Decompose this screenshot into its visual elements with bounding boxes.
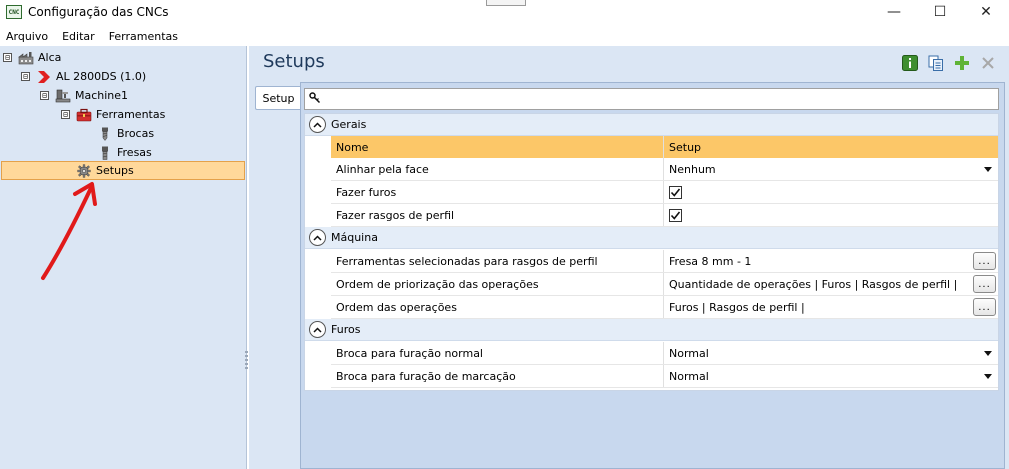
tree-node-machine1[interactable]: ⊟ Machine1	[40, 86, 128, 105]
collapse-toggle[interactable]: ⊟	[21, 72, 30, 81]
ellipsis-button[interactable]: ...	[973, 298, 996, 316]
property-row[interactable]: Ordem das operações Furos | Rasgos de pe…	[331, 296, 998, 319]
property-name: Fazer rasgos de perfil	[331, 204, 664, 226]
column-header-setup[interactable]: Setup	[664, 136, 998, 158]
checkmark-icon	[670, 211, 681, 220]
tree-node-label: Fresas	[117, 146, 152, 159]
property-value	[664, 204, 998, 226]
fazer-furos-checkbox[interactable]	[669, 185, 682, 199]
group-label: Furos	[331, 323, 361, 336]
annotation-arrow-icon	[41, 182, 97, 280]
window-controls: — ☐ ✕	[871, 0, 1009, 24]
tree-node-label: Machine1	[75, 89, 129, 102]
delete-icon[interactable]	[979, 54, 997, 72]
setups-pane: Setups Setup Gerais Nome Setup Alinhar p…	[249, 46, 1009, 469]
dropdown-arrow-icon[interactable]	[984, 374, 992, 379]
menu-ferramentas[interactable]: Ferramentas	[102, 30, 185, 43]
grid-header: Nome Setup	[331, 136, 998, 158]
group-label: Gerais	[331, 118, 367, 131]
copy-icon[interactable]	[927, 54, 945, 72]
key-icon	[309, 91, 321, 107]
dropdown-arrow-icon[interactable]	[984, 351, 992, 356]
tree-node-brocas[interactable]: Brocas	[97, 124, 154, 143]
property-row[interactable]: Ferramentas selecionadas para rasgos de …	[331, 250, 998, 273]
pane-toolbar	[901, 54, 997, 72]
info-icon[interactable]	[901, 54, 919, 72]
tree-node-label: Alca	[38, 51, 62, 64]
broca-normal-dropdown[interactable]: Normal	[664, 342, 998, 364]
group-maquina[interactable]: Máquina	[305, 227, 998, 249]
window-title: Configuração das CNCs	[28, 5, 169, 19]
group-label: Máquina	[331, 231, 378, 244]
tree-node-alca[interactable]: ⊟ Alca	[3, 48, 61, 67]
ellipsis-button[interactable]: ...	[973, 252, 996, 270]
menu-editar[interactable]: Editar	[55, 30, 102, 43]
property-grid: Gerais Nome Setup Alinhar pela face Nenh…	[304, 113, 999, 391]
collapse-toggle[interactable]: ⊟	[40, 91, 49, 100]
tree-node-ferramentas[interactable]: ⊟ Ferramentas	[61, 105, 165, 124]
property-search-input[interactable]	[304, 88, 999, 110]
toolbox-icon	[76, 108, 92, 122]
property-name: Ferramentas selecionadas para rasgos de …	[331, 250, 664, 272]
tree-node-label: Brocas	[117, 127, 155, 140]
tab-strip: Setup	[255, 82, 301, 467]
factory-icon	[18, 51, 34, 65]
column-header-nome[interactable]: Nome	[331, 136, 664, 158]
chevron-red-icon	[36, 70, 52, 84]
mill-bit-icon	[97, 146, 113, 160]
title-bar: CNC Configuração das CNCs — ☐ ✕	[0, 0, 1009, 24]
property-row[interactable]: Broca para furação normal Normal	[331, 342, 998, 365]
group-gerais[interactable]: Gerais	[305, 114, 998, 136]
tree-node-fresas[interactable]: Fresas	[97, 143, 152, 162]
cnc-tree: ⊟ Alca ⊟ AL 2800DS (1.0) ⊟ Machine1 ⊟ Fe…	[0, 46, 248, 469]
ellipsis-button[interactable]: ...	[973, 275, 996, 293]
menu-arquivo[interactable]: Arquivo	[0, 30, 55, 43]
chevron-up-icon[interactable]	[309, 116, 326, 133]
chevron-up-icon[interactable]	[309, 321, 326, 338]
property-name: Ordem de priorização das operações	[331, 273, 664, 295]
tab-setup[interactable]: Setup	[255, 86, 301, 110]
collapse-toggle[interactable]: ⊟	[61, 110, 70, 119]
property-value: Furos | Rasgos de perfil |...	[664, 296, 998, 318]
maximize-button[interactable]: ☐	[917, 0, 963, 24]
property-row[interactable]: Ordem de priorização das operações Quant…	[331, 273, 998, 296]
menu-bar: Arquivo Editar Ferramentas	[0, 27, 185, 45]
property-name: Broca para furação normal	[331, 342, 664, 364]
property-name: Alinhar pela face	[331, 158, 664, 180]
property-row[interactable]: Fazer furos	[331, 181, 998, 204]
add-icon[interactable]	[953, 54, 971, 72]
fazer-rasgos-checkbox[interactable]	[669, 208, 682, 222]
dropdown-arrow-icon[interactable]	[984, 167, 992, 172]
property-value	[664, 181, 998, 203]
property-name: Broca para furação de marcação	[331, 365, 664, 387]
property-row[interactable]: Fazer rasgos de perfil	[331, 204, 998, 227]
property-name: Ordem das operações	[331, 296, 664, 318]
pane-title: Setups	[263, 51, 325, 72]
group-furos[interactable]: Furos	[305, 319, 998, 341]
title-grip[interactable]	[486, 0, 526, 6]
machine-icon	[55, 89, 71, 103]
chevron-up-icon[interactable]	[309, 229, 326, 246]
property-row[interactable]: Alinhar pela face Nenhum	[331, 158, 998, 181]
alinhar-pela-face-dropdown[interactable]: Nenhum	[664, 158, 998, 180]
property-value: Quantidade de operações | Furos | Rasgos…	[664, 273, 998, 295]
checkmark-icon	[670, 188, 681, 197]
property-value: Fresa 8 mm - 1...	[664, 250, 998, 272]
app-icon: CNC	[6, 5, 22, 19]
tree-node-label: AL 2800DS (1.0)	[56, 70, 147, 83]
collapse-toggle[interactable]: ⊟	[3, 53, 12, 62]
tree-node-label: Ferramentas	[96, 108, 166, 121]
property-row[interactable]: Broca para furação de marcação Normal	[331, 365, 998, 388]
drill-bit-icon	[97, 127, 113, 141]
minimize-button[interactable]: —	[871, 0, 917, 24]
splitter-grip[interactable]	[245, 351, 248, 369]
broca-marcacao-dropdown[interactable]: Normal	[664, 365, 998, 387]
property-name: Fazer furos	[331, 181, 664, 203]
tree-node-al2800ds[interactable]: ⊟ AL 2800DS (1.0)	[21, 67, 146, 86]
close-button[interactable]: ✕	[963, 0, 1009, 24]
